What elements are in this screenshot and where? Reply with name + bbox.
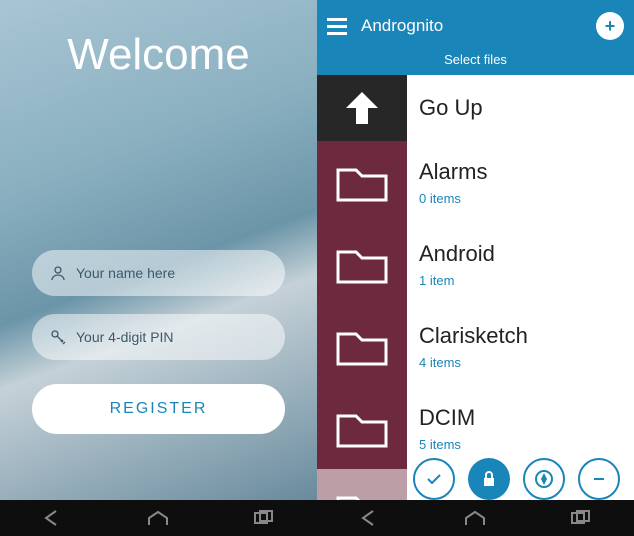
folder-icon [336, 326, 388, 366]
android-navbar [0, 500, 317, 536]
action-bar [407, 458, 626, 500]
lock-button[interactable] [468, 458, 510, 500]
folder-count: 4 items [419, 355, 622, 370]
folder-row[interactable]: Clarisketch 4 items [317, 305, 634, 387]
lock-icon [480, 470, 498, 488]
key-icon [50, 329, 66, 345]
folder-row[interactable]: Android 1 item [317, 223, 634, 305]
folder-name: DCIM [419, 405, 622, 431]
folder-name: Alarms [419, 159, 622, 185]
register-form: REGISTER [0, 250, 317, 434]
folder-name: Android [419, 241, 622, 267]
pin-input[interactable] [76, 329, 267, 345]
arrow-up-icon [340, 86, 384, 130]
register-button[interactable]: REGISTER [32, 384, 285, 434]
pin-input-wrap[interactable] [32, 314, 285, 360]
select-all-button[interactable] [413, 458, 455, 500]
file-list: Go Up Alarms 0 items Android 1 item Claris… [317, 75, 634, 536]
folder-count: 0 items [419, 191, 622, 206]
android-navbar [317, 500, 634, 536]
folder-name: Clarisketch [419, 323, 622, 349]
folder-count: 5 items [419, 437, 622, 452]
compass-button[interactable] [523, 458, 565, 500]
user-icon [50, 265, 66, 281]
go-up-row[interactable]: Go Up [317, 75, 634, 141]
app-topbar: Andrognito + [317, 0, 634, 52]
home-icon[interactable] [145, 509, 171, 527]
folder-row[interactable]: Alarms 0 items [317, 141, 634, 223]
recents-icon[interactable] [568, 509, 594, 527]
name-input[interactable] [76, 265, 267, 281]
recents-icon[interactable] [251, 509, 277, 527]
name-input-wrap[interactable] [32, 250, 285, 296]
app-title: Andrognito [361, 16, 596, 36]
minus-icon [589, 469, 609, 489]
home-icon[interactable] [462, 509, 488, 527]
menu-icon[interactable] [327, 18, 347, 35]
welcome-screen: Welcome REGISTER [0, 0, 317, 536]
folder-icon [336, 408, 388, 448]
go-up-label: Go Up [419, 95, 622, 121]
folder-count: 1 item [419, 273, 622, 288]
file-picker-screen: Andrognito + Select files Go Up Alarms 0 … [317, 0, 634, 536]
back-icon[interactable] [40, 509, 66, 527]
check-icon [424, 469, 444, 489]
folder-icon [336, 162, 388, 202]
compass-icon [534, 469, 554, 489]
back-icon[interactable] [357, 509, 383, 527]
welcome-title: Welcome [0, 30, 317, 80]
subheader: Select files [317, 52, 634, 75]
remove-button[interactable] [578, 458, 620, 500]
folder-row[interactable]: DCIM 5 items [317, 387, 634, 469]
folder-icon [336, 244, 388, 284]
add-button[interactable]: + [596, 12, 624, 40]
